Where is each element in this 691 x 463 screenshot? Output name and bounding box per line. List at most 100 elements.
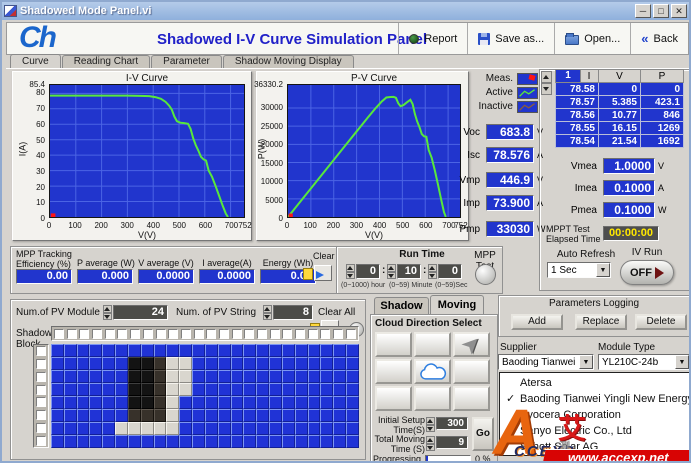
shadow-cell[interactable] (295, 357, 308, 370)
shadow-cell[interactable] (231, 383, 244, 396)
shadow-cell[interactable] (102, 435, 115, 448)
shadow-cell[interactable] (231, 396, 244, 409)
cloud-direction-button[interactable] (453, 386, 490, 411)
initial-setup-spinner[interactable] (426, 417, 435, 432)
cloud-direction-button[interactable] (375, 359, 412, 384)
spin-down-button[interactable] (426, 425, 435, 433)
shadow-cell[interactable] (154, 344, 167, 357)
iv-run-button[interactable]: OFF (620, 260, 674, 285)
shadow-cell[interactable] (64, 370, 77, 383)
shadow-cell[interactable] (115, 357, 128, 370)
shadow-cell[interactable] (256, 422, 269, 435)
table-cell[interactable]: 78.58 (556, 83, 599, 96)
table-cell[interactable]: 21.54 (599, 135, 641, 148)
table-cell[interactable]: 78.56 (556, 109, 599, 122)
shadow-cell[interactable] (128, 357, 141, 370)
go-button[interactable]: Go (472, 417, 494, 451)
minimize-button[interactable]: ─ (635, 4, 651, 18)
table-cell[interactable]: 423.1 (641, 96, 684, 109)
shadow-cell[interactable] (154, 396, 167, 409)
shadow-cell[interactable] (51, 370, 64, 383)
shadow-cell[interactable] (128, 409, 141, 422)
shadow-cell[interactable] (166, 422, 179, 435)
shadow-cell[interactable] (320, 344, 333, 357)
shadow-cell[interactable] (77, 344, 90, 357)
shadow-cell[interactable] (154, 422, 167, 435)
shadow-cell[interactable] (243, 357, 256, 370)
shadow-cell[interactable] (218, 422, 231, 435)
shadow-cell[interactable] (295, 383, 308, 396)
second-spinner[interactable] (428, 264, 437, 279)
pv-string-count-display[interactable]: 8 (273, 305, 313, 320)
spin-down-button[interactable] (541, 83, 552, 95)
shadow-cell[interactable] (269, 409, 282, 422)
shadow-cell[interactable] (51, 344, 64, 357)
shadow-cell[interactable] (231, 422, 244, 435)
tab-shadow-moving-display[interactable]: Shadow Moving Display (223, 55, 354, 68)
shadow-cell[interactable] (320, 357, 333, 370)
save-as-button[interactable]: Save as... (467, 23, 554, 54)
shadow-cell[interactable] (269, 344, 282, 357)
shadow-cell[interactable] (269, 396, 282, 409)
shadow-col-checkbox[interactable] (54, 329, 64, 339)
shadow-cell[interactable] (320, 396, 333, 409)
shadow-cell[interactable] (346, 409, 359, 422)
module-type-select[interactable]: YL210C-24b ▼ (598, 354, 690, 370)
shadow-cell[interactable] (166, 409, 179, 422)
shadow-col-checkbox[interactable] (130, 329, 140, 339)
shadow-cell[interactable] (231, 357, 244, 370)
shadow-cell[interactable] (51, 422, 64, 435)
spin-up-button[interactable] (426, 436, 435, 444)
shadow-cell[interactable] (102, 409, 115, 422)
spin-down-button[interactable] (263, 313, 272, 321)
shadow-cell[interactable] (205, 422, 218, 435)
shadow-cell[interactable] (115, 396, 128, 409)
chevron-down-icon[interactable]: ▼ (579, 355, 593, 369)
shadow-cell[interactable] (179, 396, 192, 409)
shadow-cell[interactable] (166, 396, 179, 409)
shadow-cell[interactable] (308, 357, 321, 370)
shadow-col-checkbox[interactable] (156, 329, 166, 339)
shadow-cell[interactable] (231, 409, 244, 422)
spin-up-button[interactable] (426, 417, 435, 425)
shadow-cell[interactable] (102, 422, 115, 435)
shadow-cell[interactable] (308, 422, 321, 435)
spin-down-button[interactable] (346, 272, 355, 280)
shadow-cell[interactable] (205, 370, 218, 383)
shadow-cell[interactable] (141, 435, 154, 448)
shadow-col-checkbox[interactable] (232, 329, 242, 339)
shadow-cell[interactable] (51, 435, 64, 448)
shadow-cell[interactable] (320, 435, 333, 448)
spin-up-button[interactable] (541, 71, 552, 83)
shadow-cell[interactable] (141, 357, 154, 370)
shadow-cell[interactable] (77, 409, 90, 422)
shadow-cell[interactable] (179, 409, 192, 422)
pv-module-spinner[interactable] (103, 305, 112, 320)
mpp-test-button[interactable] (475, 264, 496, 285)
shadow-cell[interactable] (192, 409, 205, 422)
spin-down-button[interactable] (428, 272, 437, 280)
shadow-cell[interactable] (128, 344, 141, 357)
shadow-cell[interactable] (141, 383, 154, 396)
shadow-cell[interactable] (154, 357, 167, 370)
cloud-direction-button[interactable] (375, 332, 412, 357)
table-cell[interactable]: 846 (641, 109, 684, 122)
shadow-cell[interactable] (269, 422, 282, 435)
cloud-direction-button[interactable]: ➤ (453, 332, 490, 357)
table-cell[interactable]: 78.55 (556, 122, 599, 135)
shadow-cell[interactable] (166, 357, 179, 370)
shadow-cell[interactable] (295, 409, 308, 422)
shadow-cell[interactable] (141, 344, 154, 357)
shadow-cell[interactable] (64, 357, 77, 370)
shadow-cell[interactable] (128, 422, 141, 435)
shadow-cell[interactable] (295, 422, 308, 435)
shadow-cell[interactable] (141, 422, 154, 435)
shadow-cell[interactable] (179, 357, 192, 370)
shadow-cell[interactable] (346, 435, 359, 448)
spin-up-button[interactable] (263, 305, 272, 313)
shadow-cell[interactable] (64, 344, 77, 357)
cloud-direction-button[interactable] (414, 386, 451, 411)
shadow-col-checkbox[interactable] (168, 329, 178, 339)
shadow-cell[interactable] (333, 396, 346, 409)
shadow-cell[interactable] (115, 370, 128, 383)
